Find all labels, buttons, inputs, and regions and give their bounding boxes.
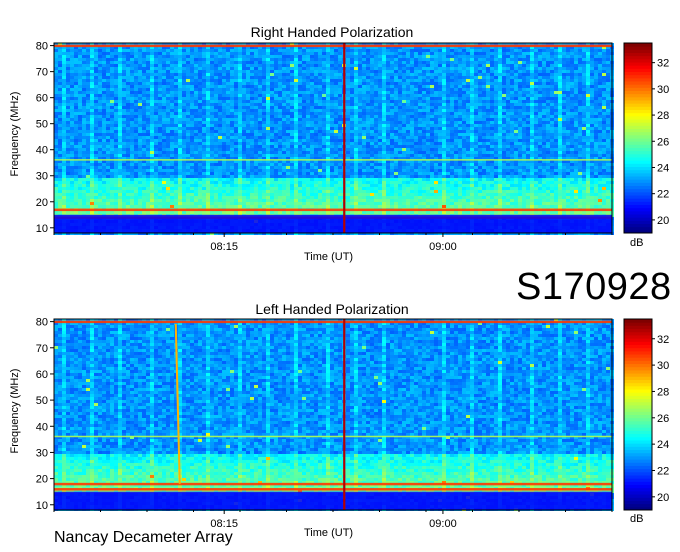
- panel1-rfi-line: [54, 159, 612, 161]
- panel2-ytick-label: 80: [36, 317, 48, 329]
- panel1-burst-line: [343, 43, 345, 233]
- spectrogram-figure: 10 20 30 40 50 60 70 80 08:15 09:00 20 22 24 26 28 30 32…: [0, 0, 680, 552]
- panel2-colorbar-tick: 26: [657, 413, 669, 425]
- panel1-ytick-label: 20: [36, 197, 48, 209]
- panel1-ytick-label: 60: [36, 93, 48, 105]
- panel1-colorbar-tick: 22: [657, 189, 669, 201]
- panel2-rfi-line: [54, 436, 612, 438]
- panel1-ytick-label: 30: [36, 171, 48, 183]
- panel1-colorbar: 20 22 24 26 28 30 32: [624, 43, 669, 234]
- panel1-xtick-label: 08:15: [210, 241, 238, 253]
- panel2-ytick-label: 70: [36, 343, 48, 355]
- panel2-colorbar-tick: 28: [657, 386, 669, 398]
- panel1-xtick-label: 09:00: [429, 241, 457, 253]
- panel1-ytick-label: 10: [36, 223, 48, 235]
- panel2-colorbar-tick: 30: [657, 360, 669, 372]
- panel1-rfi-line: [54, 45, 612, 48]
- panel2-colorbar-tick: 24: [657, 439, 669, 451]
- panel1-spectrogram: [54, 43, 614, 235]
- panel1-colorbar-tick: 30: [657, 84, 669, 96]
- panel2-rfi-line: [54, 483, 612, 486]
- panel2-ytick-label: 50: [36, 395, 48, 407]
- panel1-ytick-label: 80: [36, 41, 48, 53]
- panel2-ytick-label: 60: [36, 369, 48, 381]
- panel2-rfi-line: [54, 488, 612, 491]
- panel2-xtick-label: 08:15: [210, 518, 238, 530]
- panel1-colorbar-tick: 24: [657, 162, 669, 174]
- panel1-colorbar-tick: 26: [657, 136, 669, 148]
- panel2-colorbar: 20 22 24 26 28 30 32: [624, 319, 669, 511]
- panel2-ytick-label: 30: [36, 447, 48, 459]
- panel2-spectrogram: [54, 319, 614, 511]
- panel2-xtick-label: 09:00: [429, 518, 457, 530]
- panel1-colorbar-tick: 20: [657, 215, 669, 227]
- panel1-colorbar-tick: 32: [657, 58, 669, 70]
- panel2-colorbar-tick: 20: [657, 492, 669, 504]
- panel1-ytick-label: 70: [36, 67, 48, 79]
- panel2-rfi-line: [54, 321, 612, 324]
- panel2-ytick-label: 20: [36, 474, 48, 486]
- panel1-rfi-line: [54, 209, 612, 212]
- panel2-ytick-label: 40: [36, 421, 48, 433]
- panel2-ytick-label: 10: [36, 500, 48, 512]
- panel1-ytick-label: 40: [36, 145, 48, 157]
- panel2-burst-line: [343, 319, 345, 510]
- panel2-colorbar-tick: 22: [657, 465, 669, 477]
- panel1-colorbar-tick: 28: [657, 110, 669, 122]
- panel2-colorbar-tick: 32: [657, 334, 669, 346]
- panel1-ytick-label: 50: [36, 119, 48, 131]
